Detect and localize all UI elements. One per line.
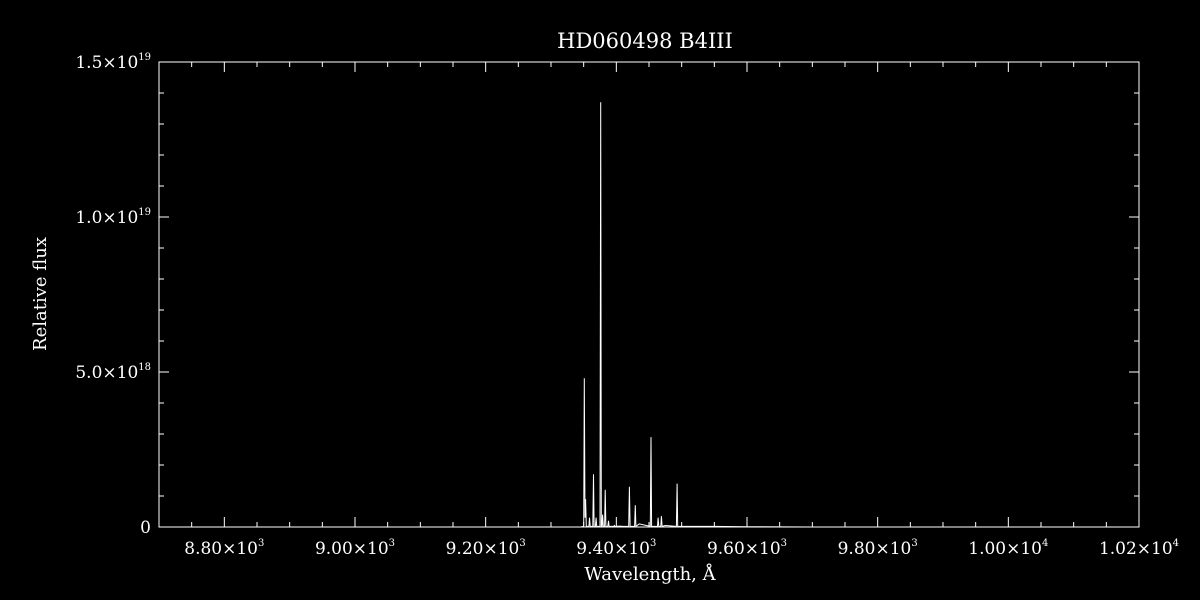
x-tick-label: 9.80×103 bbox=[838, 538, 918, 559]
y-tick-exponent: 19 bbox=[138, 207, 151, 218]
x-tick-label: 8.80×103 bbox=[184, 538, 264, 559]
x-tick-exponent: 3 bbox=[911, 538, 917, 549]
x-tick-label: 1.00×104 bbox=[968, 538, 1048, 559]
x-tick-exponent: 3 bbox=[389, 538, 395, 549]
x-tick-label: 1.02×104 bbox=[1099, 538, 1179, 559]
x-tick-exponent: 4 bbox=[1042, 538, 1048, 549]
y-tick-label: 0 bbox=[140, 518, 151, 538]
x-tick-label: 9.20×103 bbox=[446, 538, 526, 559]
y-tick-exponent: 19 bbox=[138, 52, 151, 63]
x-tick-exponent: 3 bbox=[781, 538, 787, 549]
x-tick-label: 9.40×103 bbox=[576, 538, 656, 559]
x-tick-label: 9.60×103 bbox=[707, 538, 787, 559]
y-tick-exponent: 18 bbox=[138, 362, 151, 373]
x-tick-exponent: 4 bbox=[1173, 538, 1179, 549]
x-tick-label: 9.00×103 bbox=[315, 538, 395, 559]
chart-title: HD060498 B4III bbox=[557, 29, 733, 53]
y-axis-title: Relative flux bbox=[30, 237, 51, 351]
x-tick-exponent: 3 bbox=[519, 538, 525, 549]
x-tick-exponent: 3 bbox=[258, 538, 264, 549]
spectrum-chart: HD060498 B4III 8.80×103 9.00×103 9.20×103 9… bbox=[0, 0, 1200, 600]
x-tick-exponent: 3 bbox=[650, 538, 656, 549]
x-axis-title: Wavelength, Å bbox=[584, 563, 716, 585]
